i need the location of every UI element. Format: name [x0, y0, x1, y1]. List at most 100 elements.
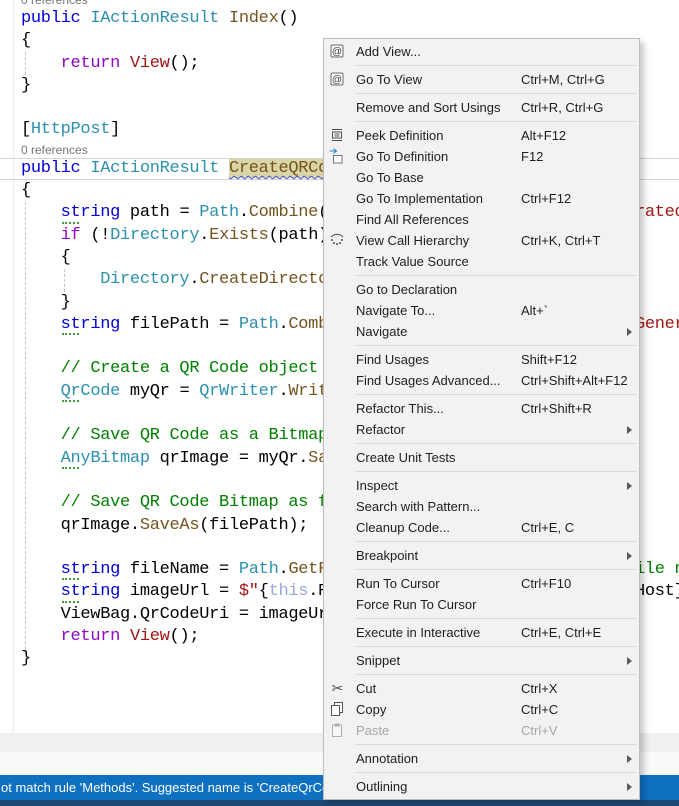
menu-separator [355, 744, 637, 745]
menu-shortcut: Alt+F12 [521, 128, 566, 143]
menu-item-paste: PasteCtrl+V [324, 720, 639, 741]
menu-separator [355, 569, 637, 570]
menu-item-refactor-this[interactable]: Refactor This...Ctrl+Shift+R [324, 398, 639, 419]
code-token: // Save QR Code as a Bitmap [61, 426, 328, 445]
code-token: myQr = [120, 382, 199, 401]
code-token: Exists [209, 226, 268, 245]
menu-item-label: Go To Base [356, 170, 424, 185]
menu-item-force-run-to-cursor[interactable]: Force Run To Cursor [324, 594, 639, 615]
menu-item-label: Go To View [356, 72, 422, 87]
code-token: } [21, 76, 31, 95]
menu-item-label: Outlining [356, 779, 407, 794]
menu-item-go-to-definition[interactable]: Go To DefinitionF12 [324, 146, 639, 167]
menu-item-go-to-base[interactable]: Go To Base [324, 167, 639, 188]
menu-separator [355, 471, 637, 472]
code-token [21, 560, 61, 579]
menu-item-label: Find All References [356, 212, 469, 227]
menu-shortcut: Ctrl+E, C [521, 520, 574, 535]
menu-shortcut: Shift+F12 [521, 352, 577, 367]
menu-item-label: Track Value Source [356, 254, 469, 269]
code-token [21, 203, 61, 222]
code-line[interactable]: public IActionResult Index() [21, 8, 679, 30]
code-token: } [21, 649, 31, 668]
menu-item-find-all-references[interactable]: Find All References [324, 209, 639, 230]
menu-item-navigate[interactable]: Navigate [324, 321, 639, 342]
menu-item-breakpoint[interactable]: Breakpoint [324, 545, 639, 566]
menu-item-annotation[interactable]: Annotation [324, 748, 639, 769]
code-token: . [278, 560, 288, 579]
menu-shortcut: Ctrl+F10 [521, 576, 571, 591]
code-token: View [130, 627, 170, 646]
code-token: Directory [110, 226, 199, 245]
menu-item-cut[interactable]: ✂CutCtrl+X [324, 678, 639, 699]
menu-item-label: Go To Implementation [356, 191, 483, 206]
menu-item-inspect[interactable]: Inspect [324, 475, 639, 496]
menu-item-remove-and-sort-usings[interactable]: Remove and Sort Usings Ctrl+R, Ctrl+G [324, 97, 639, 118]
glyph-margin-border [13, 0, 14, 733]
menu-item-outlining[interactable]: Outlining [324, 776, 639, 797]
code-token: Index [229, 9, 279, 28]
menu-item-label: Refactor [356, 422, 405, 437]
menu-shortcut: Ctrl+R, Ctrl+G [521, 100, 603, 115]
codelens-references-link[interactable]: 0 references [21, 0, 679, 8]
code-token: return [61, 627, 120, 646]
menu-separator [355, 618, 637, 619]
menu-item-execute-in-interactive[interactable]: Execute in InteractiveCtrl+E, Ctrl+E [324, 622, 639, 643]
code-token: if [61, 226, 81, 245]
code-token: filePath = [120, 315, 239, 334]
menu-item-label: Inspect [356, 478, 398, 493]
bottom-strip [0, 800, 679, 806]
code-token: [ [21, 120, 31, 139]
menu-item-find-usages[interactable]: Find UsagesShift+F12 [324, 349, 639, 370]
menu-item-label: Annotation [356, 751, 418, 766]
menu-item-run-to-cursor[interactable]: Run To CursorCtrl+F10 [324, 573, 639, 594]
go-to-definition-icon [329, 148, 346, 165]
menu-item-cleanup-code[interactable]: Cleanup Code...Ctrl+E, C [324, 517, 639, 538]
menu-item-navigate-to[interactable]: Navigate To...Alt+` [324, 300, 639, 321]
menu-item-label: Copy [356, 702, 386, 717]
code-token: $" [239, 582, 259, 601]
menu-item-go-to-view[interactable]: @Go To ViewCtrl+M, Ctrl+G [324, 69, 639, 90]
code-token [21, 270, 100, 289]
code-token: . [239, 203, 249, 222]
menu-item-track-value-source[interactable]: Track Value Source [324, 251, 639, 272]
ide-window: 0 referencespublic IActionResult Index()… [0, 0, 679, 806]
code-token [21, 426, 61, 445]
menu-separator [355, 674, 637, 675]
code-token: // Save QR Code Bitmap as file [61, 493, 358, 512]
menu-item-go-to-declaration[interactable]: Go to Declaration [324, 279, 639, 300]
menu-shortcut: Ctrl+K, Ctrl+T [521, 233, 600, 248]
menu-item-label: Find Usages Advanced... [356, 373, 501, 388]
code-token [120, 627, 130, 646]
code-token: Path [239, 315, 279, 334]
code-token: ViewBag.QrCodeUri = imageUrl; [21, 605, 348, 624]
menu-item-view-call-hierarchy[interactable]: View Call HierarchyCtrl+K, Ctrl+T [324, 230, 639, 251]
menu-shortcut: Ctrl+Shift+Alt+F12 [521, 373, 628, 388]
menu-shortcut: Ctrl+C [521, 702, 558, 717]
code-token [120, 54, 130, 73]
menu-item-label: Snippet [356, 653, 400, 668]
submenu-arrow-icon [627, 755, 632, 763]
menu-item-search-with-pattern[interactable]: Search with Pattern... [324, 496, 639, 517]
menu-item-create-unit-tests[interactable]: Create Unit Tests [324, 447, 639, 468]
menu-item-go-to-implementation[interactable]: Go To Implementation Ctrl+F12 [324, 188, 639, 209]
menu-shortcut: F12 [521, 149, 543, 164]
menu-item-refactor[interactable]: Refactor [324, 419, 639, 440]
menu-shortcut: Ctrl+E, Ctrl+E [521, 625, 601, 640]
code-token [21, 449, 61, 468]
code-token: QrCode [61, 381, 120, 403]
menu-item-snippet[interactable]: Snippet [324, 650, 639, 671]
menu-item-label: Peek Definition [356, 128, 443, 143]
menu-item-label: Refactor This... [356, 401, 444, 416]
menu-item-find-usages-advanced[interactable]: Find Usages Advanced... Ctrl+Shift+Alt+F1… [324, 370, 639, 391]
menu-item-peek-definition[interactable]: Peek Definition Alt+F12 [324, 125, 639, 146]
menu-shortcut: Ctrl+F12 [521, 191, 571, 206]
submenu-arrow-icon [627, 552, 632, 560]
code-token: QrWriter [199, 382, 278, 401]
code-token: . [189, 270, 199, 289]
menu-item-copy[interactable]: Copy Ctrl+C [324, 699, 639, 720]
menu-item-label: Remove and Sort Usings [356, 100, 501, 115]
code-token: public [21, 9, 80, 28]
go-to-view-icon: @ [329, 71, 346, 88]
menu-item-add-view[interactable]: @Add View... [324, 41, 639, 62]
